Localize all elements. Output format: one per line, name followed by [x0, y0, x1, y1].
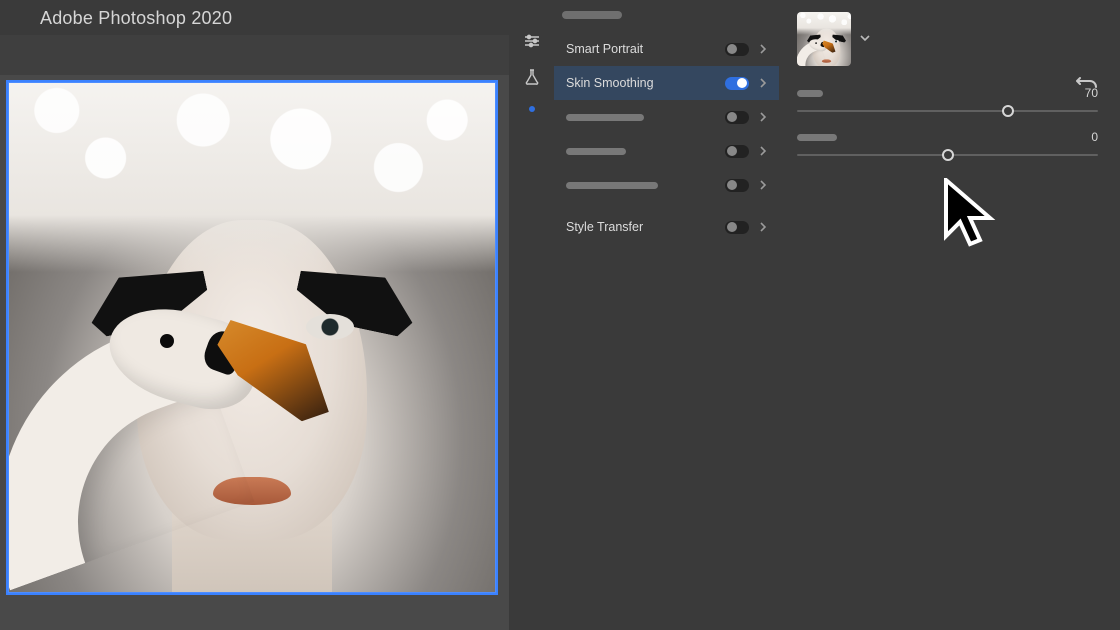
- filter-category-rail: [509, 0, 554, 630]
- filter-row-filter-4[interactable]: [554, 134, 779, 168]
- dot-indicator[interactable]: [529, 106, 535, 112]
- filter-list-panel: Smart Portrait Skin Smoothing Style Transf…: [554, 0, 779, 630]
- filter-row-skin-smoothing[interactable]: Skin Smoothing: [554, 66, 779, 100]
- canvas-wrap: [0, 75, 509, 630]
- slider-track[interactable]: [797, 110, 1098, 112]
- chevron-right-icon[interactable]: [757, 146, 769, 156]
- flask-icon[interactable]: [520, 66, 544, 88]
- slider-thumb[interactable]: [1002, 105, 1014, 117]
- thumbnail-dropdown[interactable]: [859, 32, 871, 47]
- chevron-right-icon[interactable]: [757, 112, 769, 122]
- filter-label-placeholder: [566, 182, 658, 189]
- filter-toggle[interactable]: [725, 221, 749, 234]
- slider-value: 0: [1091, 130, 1098, 144]
- slider-thumb[interactable]: [942, 149, 954, 161]
- document-area: Adobe Photoshop 2020: [0, 0, 509, 630]
- portrait-thumbnail[interactable]: [797, 12, 851, 66]
- filter-row-smart-portrait[interactable]: Smart Portrait: [554, 32, 779, 66]
- filter-label: Smart Portrait: [566, 42, 643, 56]
- filter-toggle[interactable]: [725, 77, 749, 90]
- filter-row-style-transfer[interactable]: Style Transfer: [554, 210, 779, 244]
- top-toolbar: [0, 35, 509, 75]
- filter-toggle[interactable]: [725, 111, 749, 124]
- filter-toggle[interactable]: [725, 145, 749, 158]
- panel-tab-strip: [562, 6, 779, 30]
- chevron-right-icon[interactable]: [757, 78, 769, 88]
- filter-label: Skin Smoothing: [566, 76, 654, 90]
- filter-row-filter-5[interactable]: [554, 168, 779, 202]
- right-panels: Smart Portrait Skin Smoothing Style Transf…: [509, 0, 1120, 630]
- chevron-right-icon[interactable]: [757, 222, 769, 232]
- filter-toggle[interactable]: [725, 43, 749, 56]
- canvas[interactable]: [6, 80, 498, 595]
- slider-track[interactable]: [797, 154, 1098, 156]
- undo-button[interactable]: [1076, 74, 1098, 95]
- app-title: Adobe Photoshop 2020: [0, 0, 509, 35]
- slider-label-placeholder: [797, 90, 823, 97]
- filter-toggle[interactable]: [725, 179, 749, 192]
- adjustments-icon[interactable]: [520, 30, 544, 52]
- panel-tab[interactable]: [562, 11, 622, 19]
- portrait-image: [8, 82, 496, 593]
- slider-slider-2: 0: [797, 130, 1098, 156]
- filter-detail-panel: 70 0: [779, 0, 1120, 630]
- filter-row-filter-3[interactable]: [554, 100, 779, 134]
- app-root: Adobe Photoshop 2020: [0, 0, 1120, 630]
- filter-label: Style Transfer: [566, 220, 643, 234]
- chevron-right-icon[interactable]: [757, 44, 769, 54]
- filter-label-placeholder: [566, 148, 626, 155]
- chevron-right-icon[interactable]: [757, 180, 769, 190]
- slider-slider-1: 70: [797, 86, 1098, 112]
- filter-label-placeholder: [566, 114, 644, 121]
- slider-label-placeholder: [797, 134, 837, 141]
